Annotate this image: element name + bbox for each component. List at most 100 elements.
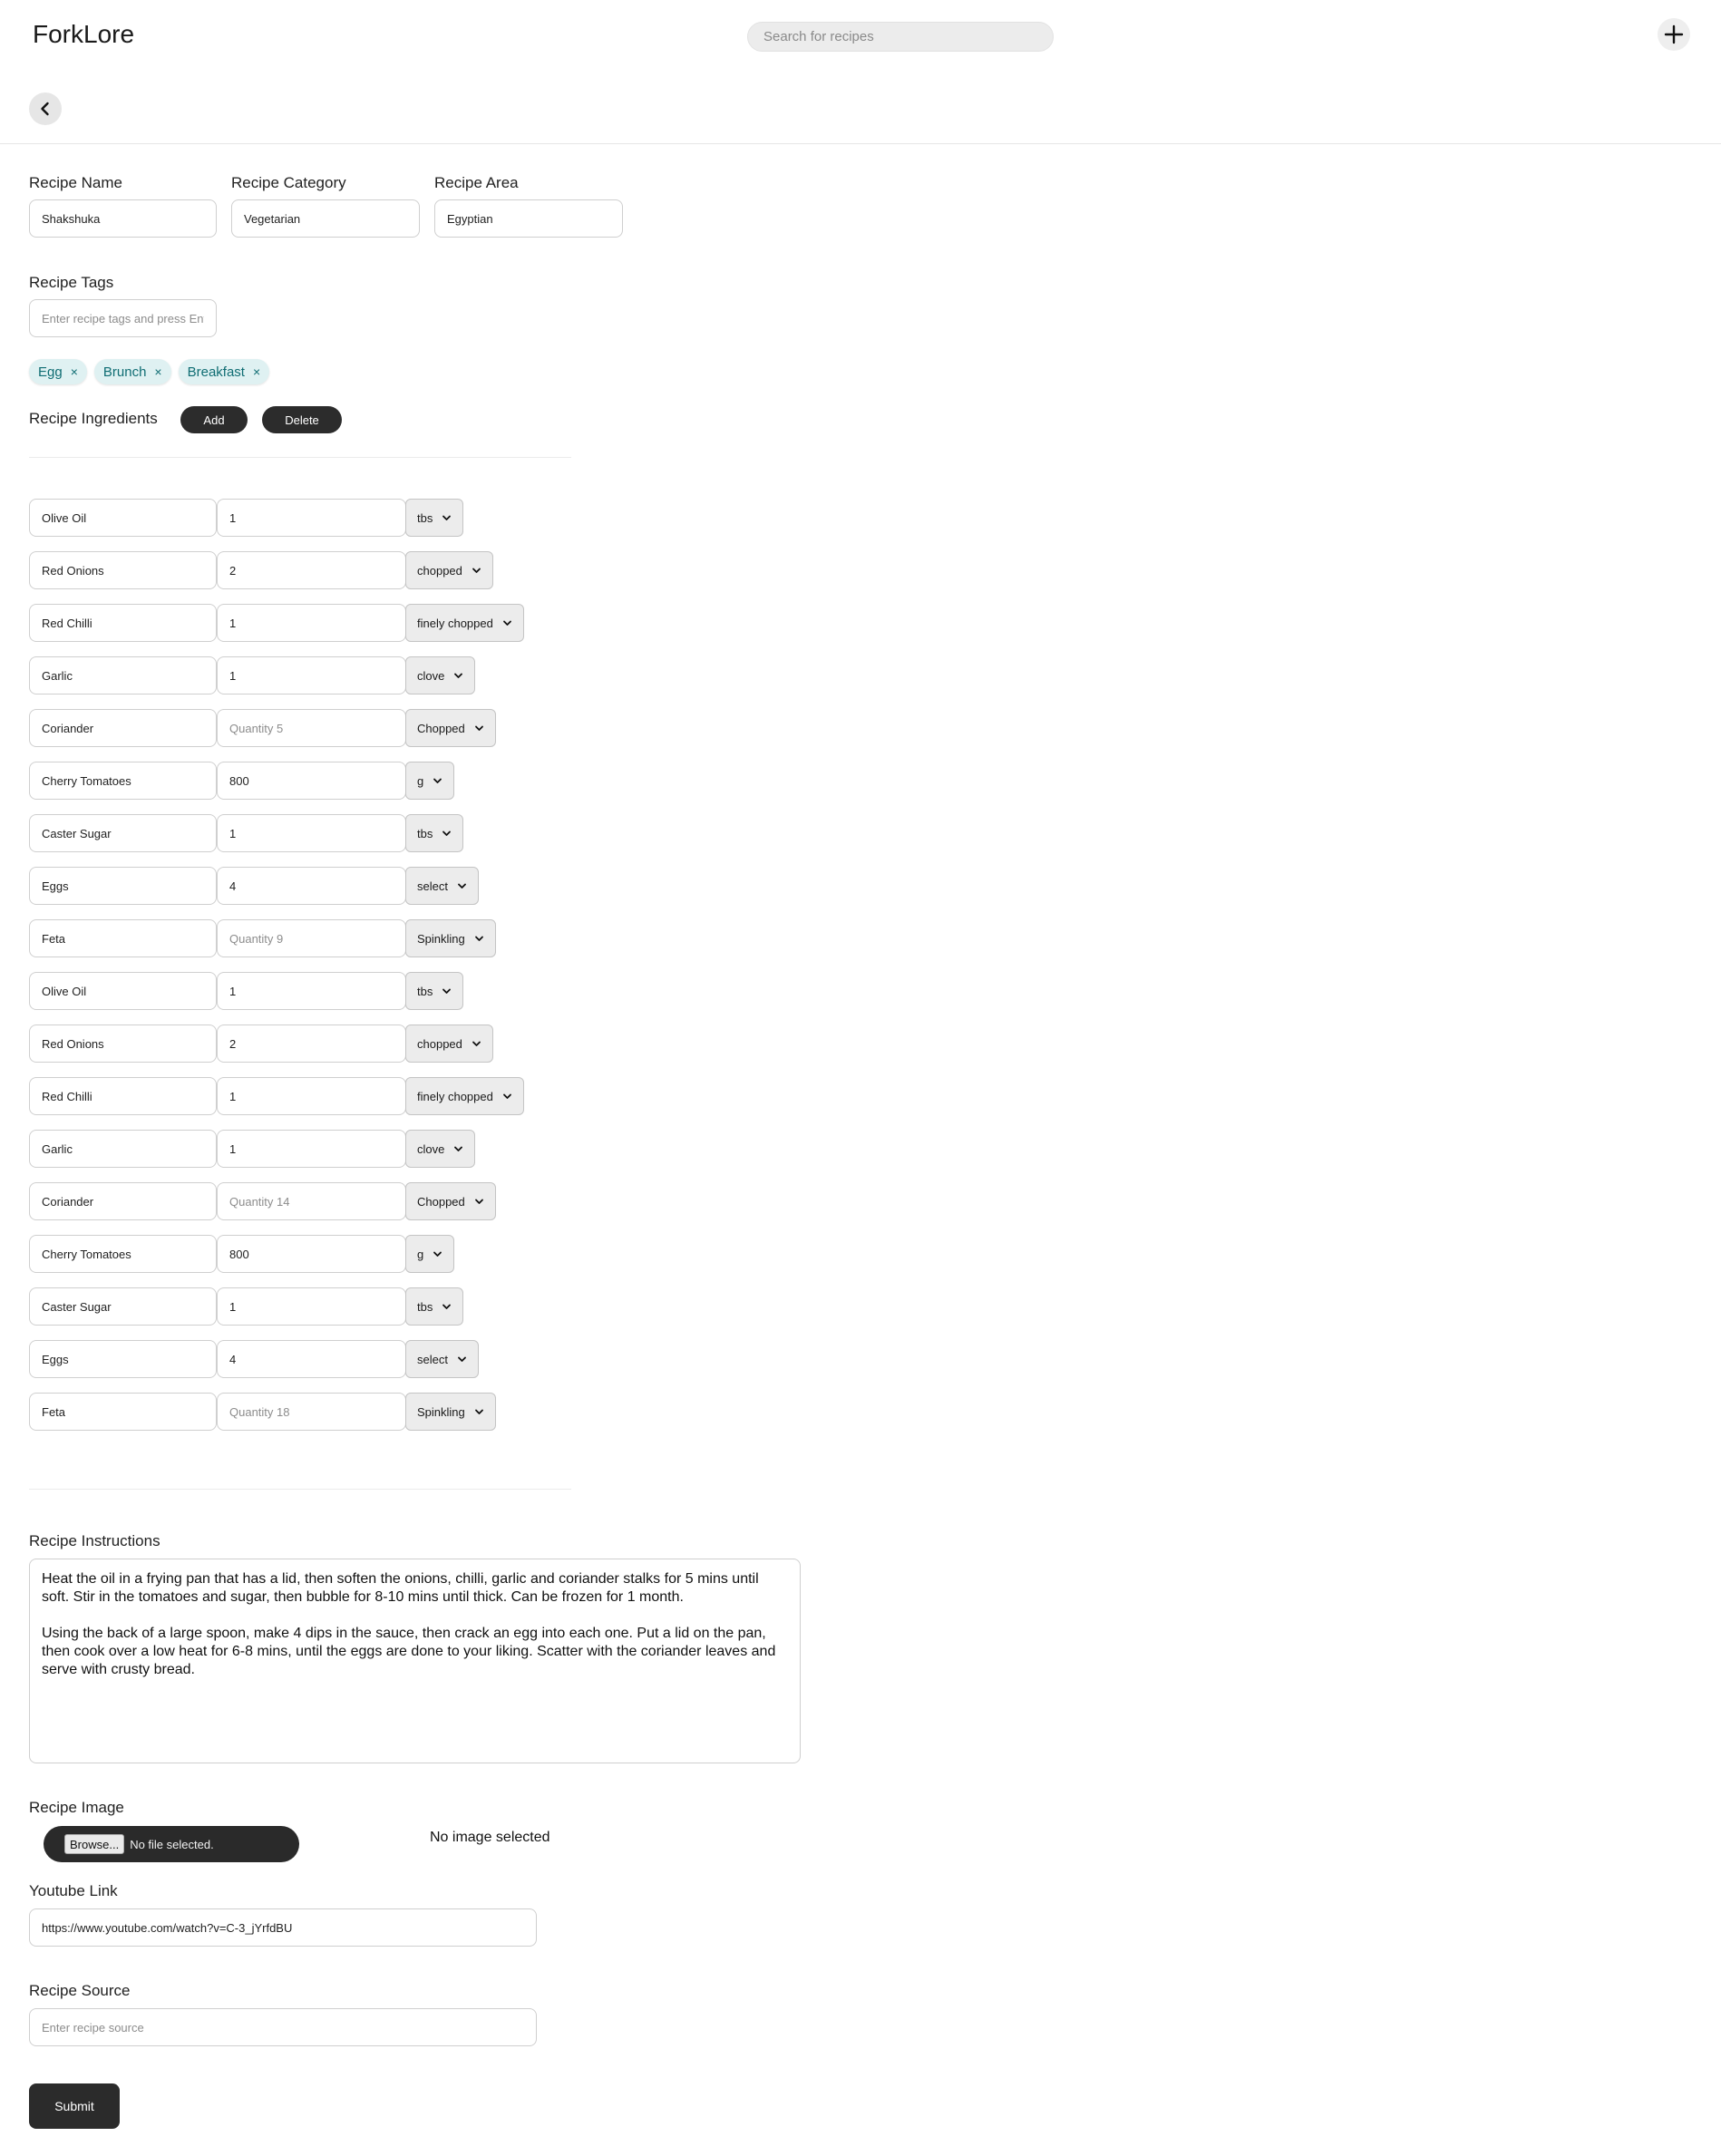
ingredient-quantity-input[interactable]	[217, 709, 406, 747]
chevron-down-icon	[433, 1251, 442, 1257]
recipe-source-label: Recipe Source	[29, 1982, 131, 1999]
chevron-down-icon	[454, 673, 463, 678]
ingredient-quantity-input[interactable]	[217, 1235, 406, 1273]
chevron-down-icon	[454, 1146, 463, 1151]
remove-tag-icon[interactable]: ×	[253, 364, 260, 379]
ingredient-unit-select[interactable]: clove	[405, 1130, 476, 1168]
ingredient-quantity-input[interactable]	[217, 1182, 406, 1220]
ingredient-name-input[interactable]	[29, 762, 217, 800]
ingredient-name-input[interactable]	[29, 867, 217, 905]
ingredient-unit-select[interactable]: Chopped	[405, 709, 496, 747]
ingredient-quantity-input[interactable]	[217, 814, 406, 852]
brand-logo[interactable]: ForkLore	[33, 20, 134, 49]
ingredient-name-input[interactable]	[29, 551, 217, 589]
ingredient-quantity-input[interactable]	[217, 919, 406, 957]
image-file-picker[interactable]: Browse... No file selected.	[44, 1826, 299, 1862]
ingredient-row: tbs	[29, 1287, 573, 1326]
chevron-down-icon	[442, 515, 452, 520]
file-status-text: No file selected.	[130, 1837, 214, 1851]
search-input[interactable]	[747, 22, 1054, 52]
recipe-category-input[interactable]	[231, 199, 420, 238]
unit-selected-value: select	[417, 1352, 448, 1366]
ingredient-unit-select[interactable]: g	[405, 1235, 455, 1273]
ingredient-unit-select[interactable]: tbs	[405, 1287, 464, 1326]
ingredient-quantity-input[interactable]	[217, 1393, 406, 1431]
unit-selected-value: g	[417, 773, 424, 788]
remove-tag-icon[interactable]: ×	[71, 364, 78, 379]
ingredient-name-input[interactable]	[29, 1235, 217, 1273]
ingredient-name-input[interactable]	[29, 1077, 217, 1115]
ingredient-name-input[interactable]	[29, 709, 217, 747]
ingredient-row: Chopped	[29, 709, 573, 747]
add-recipe-button[interactable]	[1658, 18, 1690, 51]
recipe-tags-input[interactable]	[29, 299, 217, 337]
recipe-name-input[interactable]	[29, 199, 217, 238]
chevron-down-icon	[474, 725, 483, 731]
ingredient-unit-select[interactable]: g	[405, 762, 455, 800]
ingredient-unit-select[interactable]: Spinkling	[405, 1393, 496, 1431]
ingredient-quantity-input[interactable]	[217, 1130, 406, 1168]
ingredient-unit-select[interactable]: tbs	[405, 972, 464, 1010]
recipe-instructions-textarea[interactable]: Heat the oil in a frying pan that has a …	[29, 1559, 801, 1763]
ingredient-name-input[interactable]	[29, 604, 217, 642]
submit-button[interactable]: Submit	[29, 2083, 120, 2129]
ingredient-name-input[interactable]	[29, 1393, 217, 1431]
ingredient-unit-select[interactable]: finely chopped	[405, 1077, 524, 1115]
ingredient-row: Spinkling	[29, 1393, 573, 1431]
ingredient-quantity-input[interactable]	[217, 499, 406, 537]
ingredient-name-input[interactable]	[29, 656, 217, 694]
ingredient-row: finely chopped	[29, 1077, 573, 1115]
unit-selected-value: tbs	[417, 510, 433, 525]
ingredient-unit-select[interactable]: clove	[405, 656, 476, 694]
tag-label: Egg	[38, 364, 63, 380]
ingredient-unit-select[interactable]: select	[405, 867, 479, 905]
ingredient-quantity-input[interactable]	[217, 1025, 406, 1063]
ingredient-quantity-input[interactable]	[217, 972, 406, 1010]
ingredient-quantity-input[interactable]	[217, 1287, 406, 1326]
ingredient-row: g	[29, 1235, 573, 1273]
delete-ingredient-button[interactable]: Delete	[262, 406, 342, 433]
unit-selected-value: tbs	[417, 826, 433, 840]
ingredient-unit-select[interactable]: select	[405, 1340, 479, 1378]
ingredient-name-input[interactable]	[29, 1182, 217, 1220]
ingredient-name-input[interactable]	[29, 1025, 217, 1063]
add-ingredient-button[interactable]: Add	[180, 406, 248, 433]
chevron-down-icon	[474, 936, 483, 941]
ingredient-name-input[interactable]	[29, 919, 217, 957]
ingredient-quantity-input[interactable]	[217, 656, 406, 694]
ingredient-unit-select[interactable]: finely chopped	[405, 604, 524, 642]
remove-tag-icon[interactable]: ×	[154, 364, 161, 379]
ingredient-unit-select[interactable]: chopped	[405, 551, 493, 589]
recipe-source-input[interactable]	[29, 2008, 537, 2046]
ingredient-unit-select[interactable]: tbs	[405, 499, 464, 537]
chevron-down-icon	[458, 883, 466, 889]
youtube-link-input[interactable]	[29, 1908, 537, 1947]
chevron-down-icon	[442, 988, 452, 994]
ingredient-quantity-input[interactable]	[217, 1340, 406, 1378]
ingredient-name-input[interactable]	[29, 1130, 217, 1168]
ingredient-quantity-input[interactable]	[217, 867, 406, 905]
ingredient-name-input[interactable]	[29, 972, 217, 1010]
ingredient-row: Spinkling	[29, 919, 573, 957]
back-button[interactable]	[29, 92, 62, 125]
ingredient-unit-select[interactable]: Spinkling	[405, 919, 496, 957]
ingredient-name-input[interactable]	[29, 1340, 217, 1378]
recipe-area-input[interactable]	[434, 199, 623, 238]
ingredient-quantity-input[interactable]	[217, 1077, 406, 1115]
chevron-down-icon	[472, 1041, 481, 1046]
ingredient-unit-select[interactable]: Chopped	[405, 1182, 496, 1220]
ingredients-top-divider	[29, 457, 571, 458]
ingredient-name-input[interactable]	[29, 499, 217, 537]
ingredient-unit-select[interactable]: chopped	[405, 1025, 493, 1063]
ingredient-unit-select[interactable]: tbs	[405, 814, 464, 852]
unit-selected-value: g	[417, 1247, 424, 1261]
ingredient-name-input[interactable]	[29, 1287, 217, 1326]
ingredient-name-input[interactable]	[29, 814, 217, 852]
ingredients-bottom-divider	[29, 1489, 571, 1490]
unit-selected-value: tbs	[417, 1299, 433, 1314]
ingredient-quantity-input[interactable]	[217, 604, 406, 642]
ingredient-quantity-input[interactable]	[217, 551, 406, 589]
ingredient-quantity-input[interactable]	[217, 762, 406, 800]
browse-button[interactable]: Browse...	[64, 1834, 125, 1854]
tag-chip: Breakfast ×	[178, 359, 270, 384]
